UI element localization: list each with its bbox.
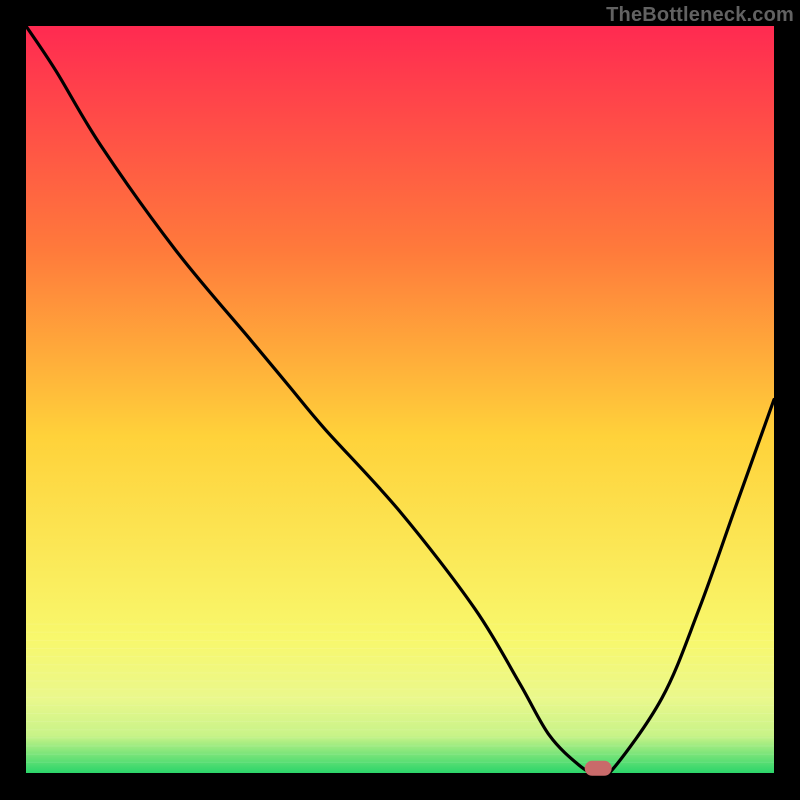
band-line xyxy=(26,648,774,649)
band-line xyxy=(26,664,774,665)
band-line xyxy=(26,746,774,747)
band-line xyxy=(26,632,774,633)
band-line xyxy=(26,705,774,706)
band-line xyxy=(26,672,774,673)
band-line xyxy=(26,721,774,722)
band-line xyxy=(26,681,774,682)
bottleneck-chart xyxy=(0,0,800,800)
optimal-marker xyxy=(585,761,611,775)
band-line xyxy=(26,737,774,738)
band-line xyxy=(26,713,774,714)
gradient-background xyxy=(26,26,774,773)
band-line xyxy=(26,689,774,690)
band-line xyxy=(26,754,774,755)
band-line xyxy=(26,729,774,730)
band-line xyxy=(26,762,774,763)
band-line xyxy=(26,656,774,657)
stage: TheBottleneck.com xyxy=(0,0,800,800)
watermark-text: TheBottleneck.com xyxy=(606,4,794,27)
band-line xyxy=(26,624,774,625)
band-line xyxy=(26,640,774,641)
